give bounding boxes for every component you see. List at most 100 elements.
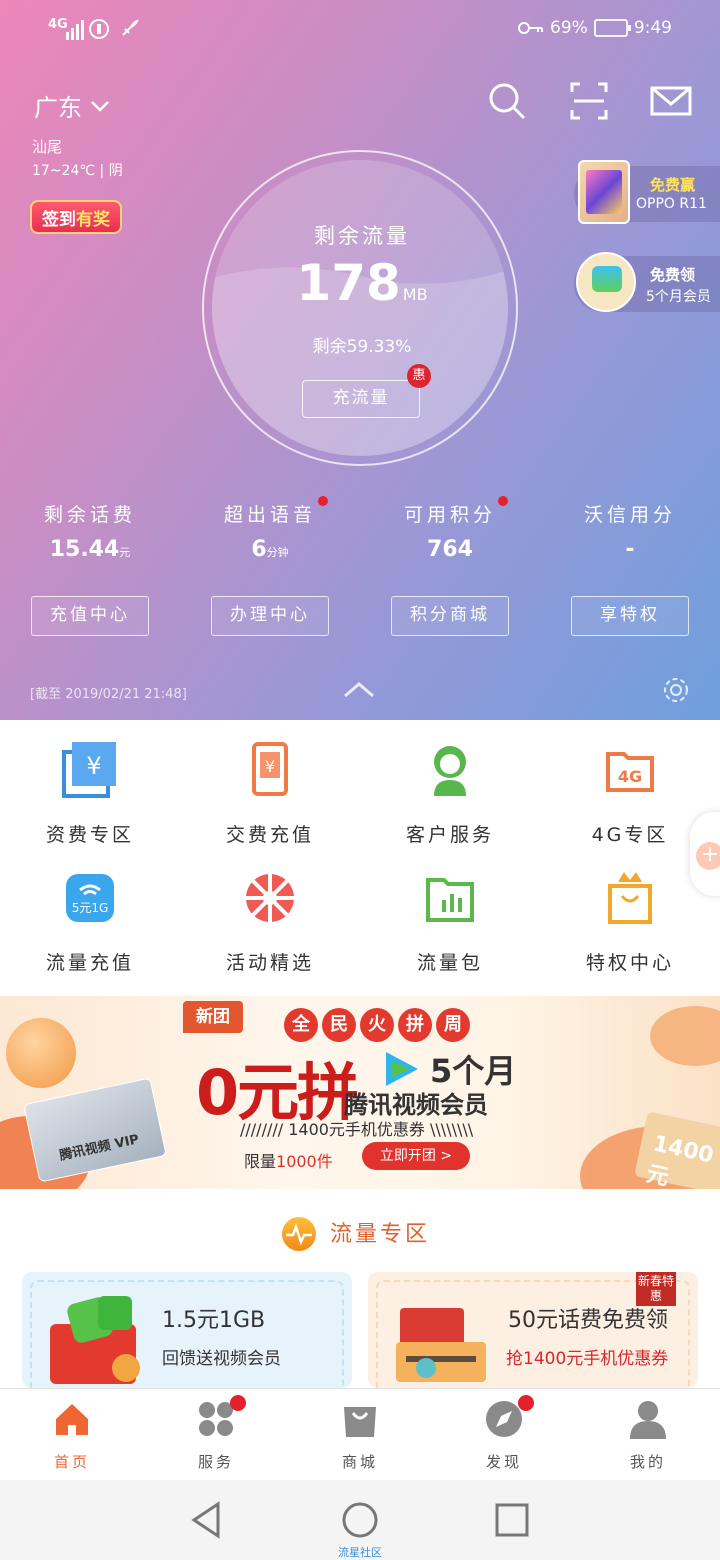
stat-label: 沃信用分: [583, 504, 676, 526]
hd-call-icon: [89, 19, 109, 39]
banner-coupon: //////// 1400元手机优惠券 \\\\\\\\: [240, 1120, 474, 1139]
hero-panel: 4G 69% 9:49 广东 汕尾 17~24℃ | 阴 签到 有奖 剩余流量 …: [0, 0, 720, 720]
plus-icon: +: [696, 842, 720, 870]
clock: 9:49: [633, 18, 672, 38]
home-icon: [56, 1404, 88, 1435]
promo-oppo-line2: OPPO R11: [636, 196, 707, 212]
rocket-icon: [122, 19, 139, 36]
home-nav-icon[interactable]: [340, 1500, 380, 1540]
promo-vip[interactable]: 免费领 5个月会员: [574, 252, 720, 312]
usage-percent: 剩余59.33%: [312, 337, 412, 357]
tab-me[interactable]: 我的: [576, 1389, 720, 1480]
grid-item-data-recharge[interactable]: 5元1G 流量充值: [0, 868, 180, 975]
recharge-data-button[interactable]: 充流量: [302, 380, 420, 418]
search-icon[interactable]: [486, 80, 528, 122]
mail-icon[interactable]: [650, 80, 692, 122]
back-icon[interactable]: [186, 1500, 226, 1540]
banner-tag: 新团: [183, 1001, 243, 1033]
grid-label: 活动精选: [225, 952, 314, 974]
grid-label: 流量充值: [45, 952, 134, 974]
notification-dot: [518, 1395, 534, 1411]
crown-bag-icon: [608, 872, 652, 924]
start-group-button[interactable]: 立即开团 >: [362, 1142, 470, 1170]
data-usage-circle: 剩余流量 178 MB 剩余59.33% 充流量 惠: [202, 150, 518, 466]
card-subtitle: 抢1400元手机优惠券: [506, 1349, 669, 1369]
card-subtitle: 回馈送视频会员: [162, 1349, 281, 1369]
section-title: 流量专区: [329, 1222, 430, 1247]
grid-item-activities[interactable]: 活动精选: [180, 868, 360, 975]
points-mall-button[interactable]: 积分商城: [391, 596, 509, 636]
grid-label: 资费专区: [45, 824, 134, 846]
phone-pay-icon: ¥: [252, 742, 288, 796]
tencent-video-icon: [576, 252, 636, 312]
tab-label: 服务: [197, 1453, 234, 1471]
offer-card-video[interactable]: 1.5元1GB 回馈送视频会员: [22, 1272, 352, 1388]
grid-item-customer-service[interactable]: 客户服务: [360, 740, 540, 847]
tab-mall[interactable]: 商城: [288, 1389, 432, 1480]
new-year-tag: 新春特惠: [636, 1272, 676, 1306]
stat-voice[interactable]: 超出语音 6分钟: [180, 496, 360, 562]
chevron-down-icon: [91, 100, 109, 112]
phone-image: [578, 160, 630, 224]
lantern-image: [6, 1018, 76, 1088]
tab-services[interactable]: 服务: [144, 1389, 288, 1480]
grid-label: 交费充值: [225, 824, 314, 846]
grid-item-tariff[interactable]: ¥ 资费专区: [0, 740, 180, 847]
battery-percent: 69%: [550, 18, 588, 38]
tariff-icon: ¥: [62, 742, 116, 798]
tab-home[interactable]: 首页: [0, 1389, 144, 1480]
wifi-5yuan-icon: 5元1G: [66, 874, 114, 922]
privilege-button[interactable]: 享特权: [571, 596, 689, 636]
battery-icon: [593, 19, 631, 37]
weather-label: 17~24℃ | 阴: [32, 163, 123, 179]
stat-label: 超出语音: [223, 504, 316, 526]
notification-dot: [498, 496, 508, 506]
stat-points[interactable]: 可用积分 764: [360, 496, 540, 562]
scan-icon[interactable]: [568, 80, 610, 122]
shopping-bag-icon: [344, 1407, 376, 1437]
floating-add-button[interactable]: +: [690, 812, 720, 896]
signin-reward-button[interactable]: 签到 有奖: [30, 200, 122, 234]
grid-label: 特权中心: [585, 952, 674, 974]
signin-label: 签到: [42, 209, 76, 230]
tab-label: 发现: [485, 1453, 522, 1471]
wheel-icon: [246, 874, 294, 922]
signal-icon: [66, 20, 84, 40]
signin-reward-label: 有奖: [76, 209, 110, 230]
red-envelope-icon: [50, 1296, 140, 1384]
tencent-video-icon: [386, 1052, 418, 1086]
gear-icon[interactable]: [662, 676, 690, 704]
stat-balance[interactable]: 剩余话费 15.44元: [0, 500, 180, 562]
svg-text:¥: ¥: [265, 757, 275, 776]
update-time: [截至 2019/02/21 21:48]: [30, 687, 187, 702]
city-label: 汕尾: [32, 138, 63, 156]
recents-icon[interactable]: [492, 1500, 532, 1540]
status-right: 69% 9:49: [518, 18, 672, 38]
promo-oppo[interactable]: 免费赢 OPPO R11: [574, 160, 720, 224]
status-bar: 4G 69% 9:49: [0, 0, 720, 62]
card-title: 1.5元1GB: [162, 1308, 266, 1333]
key-icon: [518, 22, 544, 34]
stat-value: 15.44元: [49, 537, 131, 562]
quick-actions: 充值中心 办理中心 积分商城 享特权: [0, 596, 720, 636]
tab-discover[interactable]: 发现: [432, 1389, 576, 1480]
top-icons: [486, 80, 692, 122]
grid-item-payment[interactable]: ¥ 交费充值: [180, 740, 360, 847]
banner-limit: 限量1000件: [244, 1152, 333, 1171]
stat-value: -: [625, 537, 635, 562]
chevron-up-icon[interactable]: [342, 678, 376, 700]
service-center-button[interactable]: 办理中心: [211, 596, 329, 636]
nav-caption: 流星社区: [338, 1546, 382, 1559]
4g-folder-icon: 4G: [606, 752, 654, 792]
stat-credit[interactable]: 沃信用分 -: [540, 500, 720, 562]
coupon-image: 1400元: [634, 1111, 720, 1195]
recharge-center-button[interactable]: 充值中心: [31, 596, 149, 636]
app-screen: 4G 69% 9:49 广东 汕尾 17~24℃ | 阴 签到 有奖 剩余流量 …: [0, 0, 720, 1560]
svg-text:5元1G: 5元1G: [72, 901, 109, 915]
province-selector[interactable]: 广东: [34, 88, 110, 123]
grid-label: 客户服务: [405, 824, 494, 846]
bottom-tab-bar: 首页 服务 商城 发现 我的: [0, 1388, 720, 1480]
grid-item-data-package[interactable]: 流量包: [360, 868, 540, 975]
stat-label: 可用积分: [403, 504, 496, 526]
stat-value: 6分钟: [251, 537, 289, 562]
